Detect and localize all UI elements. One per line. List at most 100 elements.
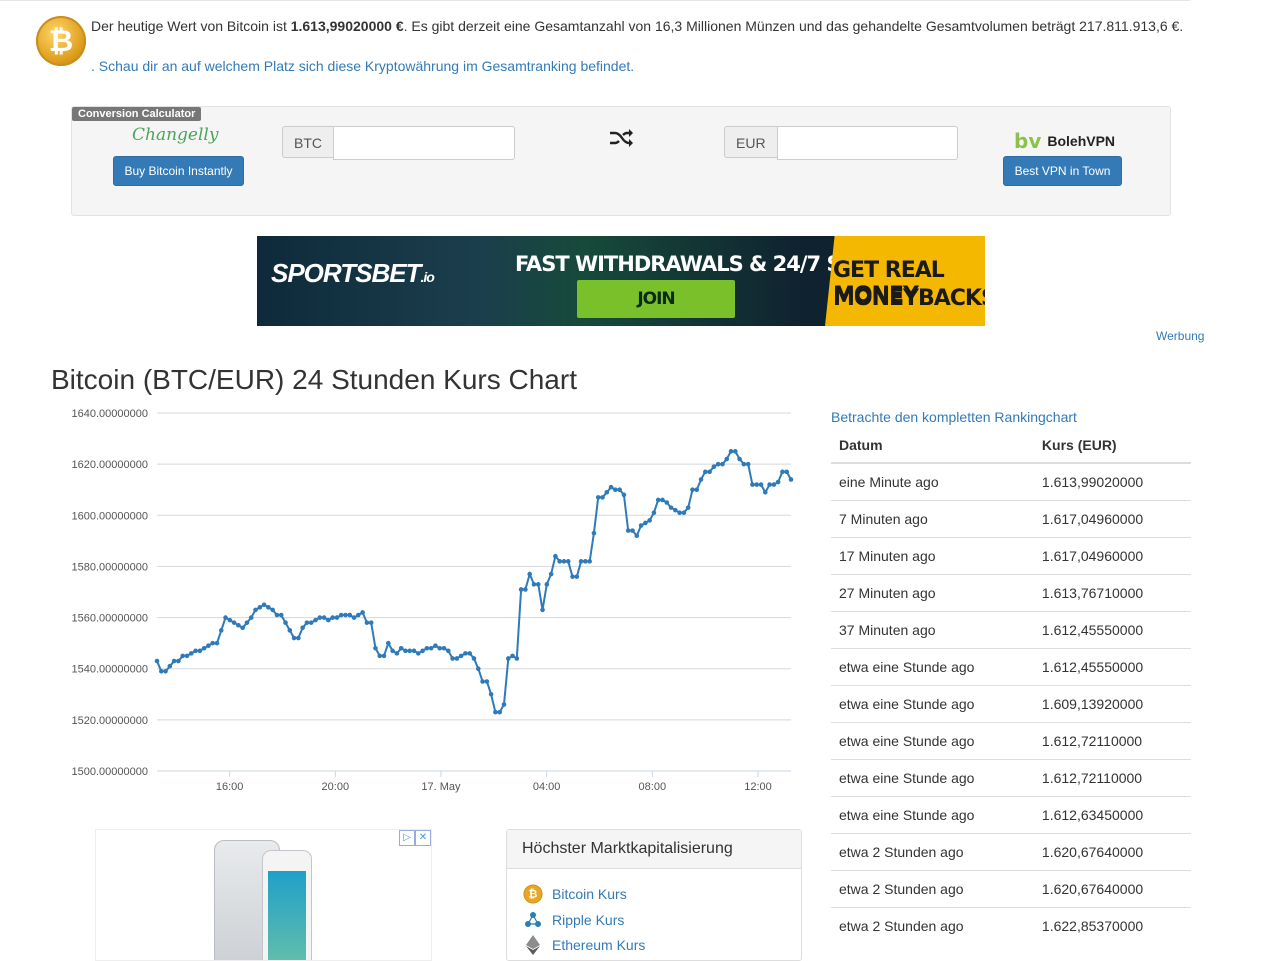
data-point (784, 469, 790, 475)
sportsbet-logo-suffix: .io (420, 269, 434, 285)
data-point (386, 640, 391, 646)
eur-amount-input[interactable] (776, 126, 958, 160)
data-point (163, 668, 168, 674)
cell-kurs: 1.620,67640000 (1033, 870, 1191, 908)
price-table: Datum Kurs (EUR) eine Minute ago 1.613,99… (831, 435, 1191, 944)
svg-text:₿: ₿ (529, 888, 538, 901)
cell-kurs: 1.612,63450000 (1033, 796, 1191, 834)
cell-datum: etwa eine Stunde ago (831, 759, 1034, 797)
cell-datum: etwa eine Stunde ago (831, 648, 1034, 686)
data-point (407, 648, 413, 654)
data-point (313, 617, 318, 623)
data-point (180, 653, 186, 659)
data-point (300, 625, 305, 631)
y-tick-label: 1580.00000000 (72, 561, 148, 573)
buy-bitcoin-button[interactable]: Buy Bitcoin Instantly (113, 156, 244, 186)
data-point (364, 620, 370, 625)
changelly-logo[interactable]: Changelly (132, 125, 218, 145)
market-cap-item-bitcoin[interactable]: ₿ Bitcoin Kurs (523, 884, 627, 904)
banner-promo: GET REAL MONEY MONEYBACKS (825, 236, 985, 326)
ranking-panel: Betrachte den kompletten Rankingchart Da… (831, 409, 1191, 944)
cell-datum: 7 Minuten ago (831, 500, 1034, 538)
data-point (733, 449, 738, 454)
promo-line-2: MONEYBACKS (833, 286, 985, 311)
cell-datum: etwa 2 Stunden ago (831, 870, 1034, 908)
sportsbet-banner-ad[interactable]: SPORTSBET.io FAST WITHDRAWALS & 24/7 SUP… (257, 236, 985, 326)
data-point (741, 461, 747, 467)
cell-datum: etwa eine Stunde ago (831, 796, 1034, 834)
data-point (377, 653, 383, 659)
market-cap-item-ripple[interactable]: Ripple Kurs (523, 910, 624, 930)
data-point (308, 620, 314, 625)
x-tick-label: 12:00 (744, 781, 772, 793)
data-point (360, 610, 365, 615)
data-point (278, 612, 284, 618)
market-cap-label: Ripple Kurs (552, 912, 625, 928)
data-point (600, 495, 605, 500)
data-point (767, 482, 772, 487)
eur-input-group: EUR (724, 126, 958, 160)
data-point (445, 648, 451, 654)
werbung-link[interactable]: Werbung (1156, 329, 1204, 343)
cell-kurs: 1.617,04960000 (1033, 500, 1191, 538)
phone-ad[interactable]: ▷ ✕ (95, 829, 432, 961)
data-point (433, 643, 438, 648)
shuffle-icon[interactable] (608, 126, 634, 155)
data-point (501, 702, 507, 707)
data-point (296, 635, 301, 641)
data-point (544, 582, 550, 587)
table-row: etwa eine Stunde ago 1.612,63450000 (831, 796, 1191, 834)
data-point (291, 635, 297, 641)
data-point (570, 574, 575, 579)
data-point (574, 574, 580, 579)
table-row: 37 Minuten ago 1.612,45550000 (831, 611, 1191, 649)
y-tick-label: 1620.00000000 (72, 459, 148, 471)
data-point (651, 510, 657, 516)
sportsbet-logo: SPORTSBET.io (271, 258, 435, 289)
data-point (480, 679, 485, 684)
data-point (715, 461, 721, 467)
data-point (343, 612, 348, 618)
data-point (206, 643, 211, 648)
market-cap-item-ethereum[interactable]: Ethereum Kurs (523, 935, 645, 955)
cell-datum: etwa 2 Stunden ago (831, 907, 1034, 944)
data-point (244, 620, 250, 625)
data-point (625, 528, 631, 533)
cell-kurs: 1.617,04960000 (1033, 537, 1191, 575)
bolehvpn-logo[interactable]: bv BolehVPN (1014, 129, 1115, 153)
banner-cta-button[interactable]: JOIN #BETBIGWINBIG (577, 280, 735, 318)
best-vpn-button[interactable]: Best VPN in Town (1003, 156, 1122, 186)
data-point (450, 656, 455, 661)
cell-datum: 17 Minuten ago (831, 537, 1034, 575)
data-point (356, 612, 361, 618)
close-icon[interactable]: ✕ (415, 830, 431, 846)
data-point (334, 615, 340, 620)
data-point (540, 607, 545, 613)
data-point (578, 559, 584, 564)
eur-addon: EUR (724, 126, 777, 158)
bitcoin-icon: ₿ (36, 16, 86, 66)
data-point (643, 520, 648, 526)
data-point (193, 648, 198, 654)
table-row: 17 Minuten ago 1.617,04960000 (831, 537, 1191, 575)
calculator-tag: Conversion Calculator (72, 107, 202, 121)
data-point (583, 559, 588, 564)
data-point (771, 482, 777, 487)
y-tick-label: 1600.00000000 (72, 510, 148, 522)
data-point (788, 477, 794, 482)
btc-amount-input[interactable] (333, 126, 515, 160)
adchoices-icon[interactable]: ▷ (399, 830, 415, 846)
ranking-link[interactable]: . Schau dir an auf welchem Platz sich di… (91, 56, 634, 76)
data-point (326, 617, 331, 623)
data-point (467, 651, 473, 656)
table-row: 7 Minuten ago 1.617,04960000 (831, 500, 1191, 538)
table-row: etwa 2 Stunden ago 1.620,67640000 (831, 870, 1191, 908)
full-ranking-chart-link[interactable]: Betrachte den kompletten Rankingchart (831, 409, 1191, 425)
market-cap-label: Ethereum Kurs (552, 937, 646, 953)
data-point (201, 645, 207, 651)
data-point (197, 648, 203, 654)
data-point (711, 464, 717, 469)
data-point (673, 507, 678, 513)
data-point (257, 605, 263, 610)
data-point (690, 487, 695, 493)
